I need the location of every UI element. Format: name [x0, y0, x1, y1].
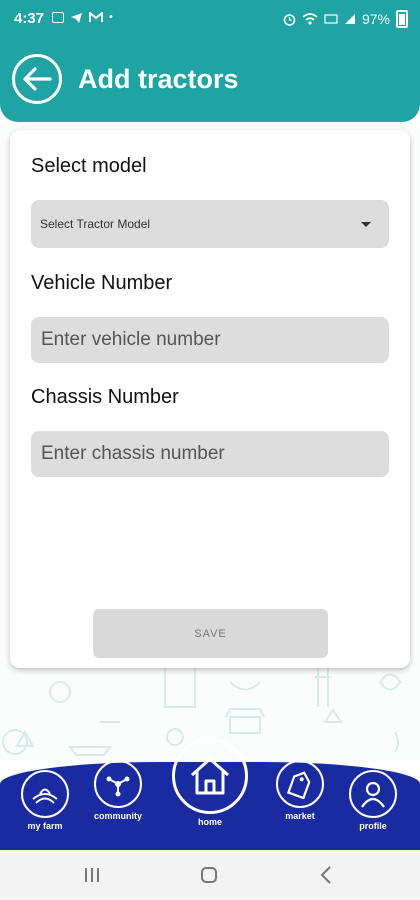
back-system-icon[interactable] — [318, 864, 334, 886]
system-nav-bar — [0, 850, 420, 900]
nav-market[interactable]: market — [276, 760, 324, 821]
signal-icon — [344, 14, 355, 24]
alarm-icon — [283, 13, 296, 26]
nav-profile[interactable]: profile — [349, 770, 397, 831]
home-icon — [172, 738, 248, 814]
telegram-icon — [71, 12, 82, 23]
wifi-icon — [302, 13, 318, 25]
page-title: Add tractors — [78, 64, 239, 94]
nav-community[interactable]: community — [94, 760, 142, 821]
price-tag-icon — [276, 760, 324, 808]
farm-icon — [21, 770, 69, 818]
status-right: 97% — [283, 10, 408, 28]
dot-icon: • — [109, 11, 113, 23]
save-button[interactable]: SAVE — [93, 609, 328, 658]
nav-home-label: home — [197, 817, 222, 827]
dropdown-caret-icon — [361, 222, 371, 227]
bottom-nav: my farm community home market profile — [0, 738, 420, 850]
app-header: Add tractors — [0, 38, 420, 122]
nav-my-farm-label: my farm — [27, 821, 63, 831]
gmail-icon — [89, 12, 103, 22]
nav-profile-label: profile — [359, 821, 387, 831]
tractor-model-select-value: Select Tractor Model — [40, 217, 151, 231]
chassis-number-input[interactable] — [31, 431, 389, 477]
status-time: 4:37 — [14, 10, 45, 27]
status-left-icons: • — [52, 11, 113, 24]
battery-icon — [396, 10, 408, 28]
add-tractor-form-card: Select model Select Tractor Model Vehicl… — [10, 130, 410, 668]
back-arrow-icon — [23, 67, 52, 91]
nav-my-farm[interactable]: my farm — [21, 770, 69, 831]
nav-community-label: community — [94, 811, 143, 821]
home-system-icon[interactable] — [199, 864, 219, 886]
vehicle-number-input[interactable] — [31, 317, 389, 363]
tractor-model-select[interactable]: Select Tractor Model — [31, 200, 389, 248]
model-label: Select model — [31, 155, 147, 177]
chassis-number-label: Chassis Number — [31, 386, 179, 408]
community-icon — [94, 760, 142, 808]
nav-home[interactable]: home — [172, 738, 248, 827]
vehicle-number-label: Vehicle Number — [31, 272, 173, 294]
battery-percent: 97% — [361, 11, 390, 27]
recent-apps-icon[interactable] — [82, 864, 102, 886]
status-bar: 4:37 • 97% — [0, 0, 420, 38]
volte-icon — [324, 14, 338, 24]
profile-icon — [349, 770, 397, 818]
nav-market-label: market — [285, 811, 315, 821]
image-icon — [52, 12, 64, 23]
back-button[interactable] — [12, 54, 62, 104]
